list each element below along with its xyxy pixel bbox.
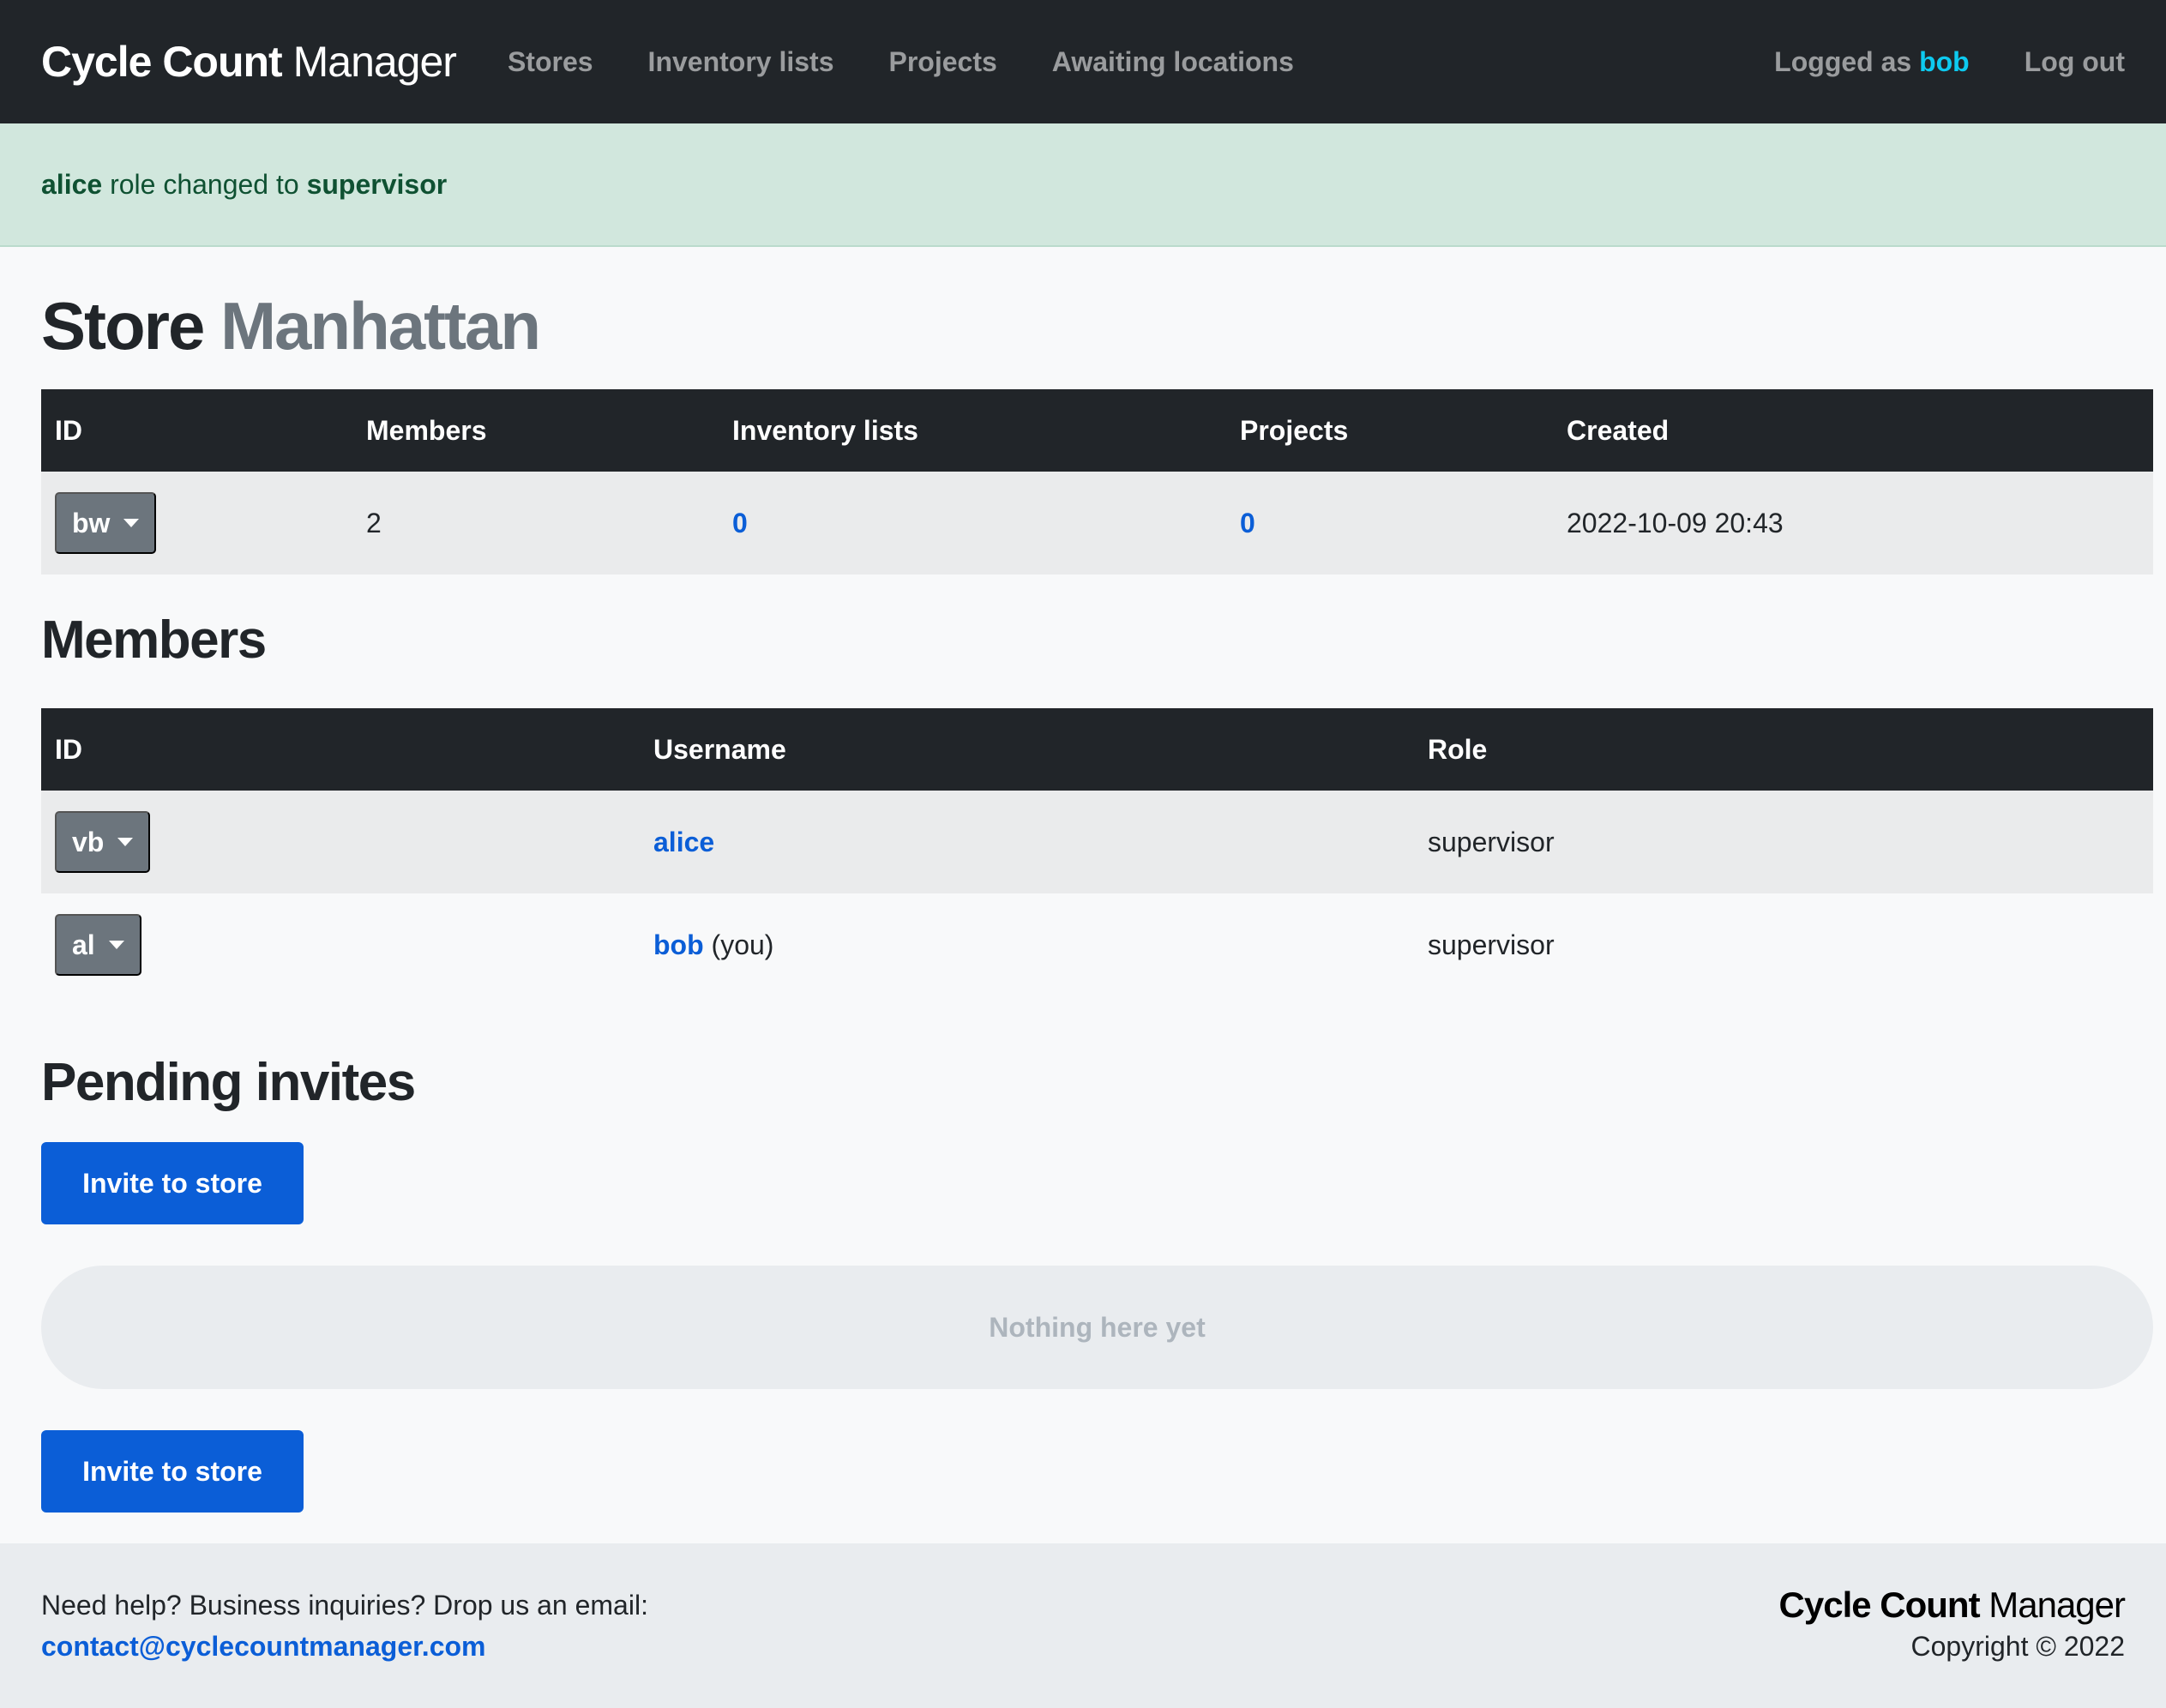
- nav-link-stores[interactable]: Stores: [508, 46, 593, 78]
- alert-user: alice: [41, 168, 103, 200]
- alert-message: role changed to: [110, 168, 299, 200]
- members-table-header: ID Username Role: [41, 708, 2153, 791]
- nav-link-inventory-lists[interactable]: Inventory lists: [648, 46, 834, 78]
- footer-brand-bold: Cycle Count: [1778, 1585, 1981, 1625]
- nav-links: Stores Inventory lists Projects Awaiting…: [508, 46, 1349, 78]
- store-id-dropdown[interactable]: bw: [55, 492, 157, 554]
- copyright-text: Copyright © 2022: [1910, 1631, 2126, 1662]
- store-id-label: bw: [72, 507, 111, 538]
- member-id-dropdown[interactable]: al: [55, 914, 141, 976]
- projects-count-link[interactable]: 0: [1240, 508, 1255, 538]
- inventory-lists-count-link[interactable]: 0: [732, 508, 748, 538]
- alert-role: supervisor: [306, 168, 448, 200]
- nav-link-projects[interactable]: Projects: [889, 46, 997, 78]
- column-header-projects: Projects: [1240, 414, 1349, 446]
- logout-link[interactable]: Log out: [2025, 46, 2125, 78]
- members-table: ID Username Role vb alice supervisor al …: [41, 708, 2153, 996]
- page-footer: Need help? Business inquiries? Drop us a…: [0, 1543, 2166, 1708]
- column-header-username: Username: [653, 733, 786, 765]
- members-heading: Members: [41, 610, 267, 670]
- logged-as-text: Logged as bob: [1774, 46, 1970, 78]
- logged-user-link[interactable]: bob: [1919, 46, 1970, 77]
- member-role: supervisor: [1428, 929, 1555, 960]
- page-title-prefix: Store: [41, 288, 205, 364]
- brand-logo[interactable]: Cycle Count Manager: [41, 37, 457, 87]
- invite-to-store-button[interactable]: Invite to store: [41, 1142, 304, 1224]
- member-you-suffix: (you): [711, 929, 774, 960]
- member-id-dropdown[interactable]: vb: [55, 811, 151, 873]
- contact-email-link[interactable]: contact@cyclecountmanager.com: [41, 1626, 648, 1667]
- brand-bold-text: Cycle Count: [41, 38, 283, 86]
- nav-link-awaiting-locations[interactable]: Awaiting locations: [1052, 46, 1294, 78]
- member-username-link[interactable]: bob: [653, 929, 704, 960]
- member-id-label: al: [72, 929, 95, 960]
- member-role: supervisor: [1428, 826, 1555, 857]
- footer-brand: Cycle Count Manager: [1778, 1585, 2126, 1626]
- caret-down-icon: [123, 519, 140, 527]
- member-username-link[interactable]: alice: [653, 827, 714, 857]
- member-id-label: vb: [72, 826, 105, 857]
- footer-brand-light: Manager: [1989, 1585, 2126, 1625]
- page-title: Store Manhattan: [41, 283, 2125, 389]
- column-header-created: Created: [1567, 414, 1670, 446]
- column-header-members: Members: [366, 414, 487, 446]
- invite-to-store-button[interactable]: Invite to store: [41, 1430, 304, 1513]
- column-header-id: ID: [55, 733, 82, 765]
- caret-down-icon: [108, 941, 124, 949]
- store-name: Manhattan: [220, 288, 541, 364]
- success-alert: alice role changed to supervisor: [0, 123, 2166, 247]
- main-content: Store Manhattan ID Members Inventory lis…: [0, 283, 2166, 1513]
- column-header-inventory-lists: Inventory lists: [732, 414, 918, 446]
- footer-contact: Need help? Business inquiries? Drop us a…: [41, 1585, 648, 1667]
- caret-down-icon: [117, 838, 134, 846]
- table-row: vb alice supervisor: [41, 791, 2153, 893]
- table-row: bw 2 0 0 2022-10-09 20:43: [41, 472, 2153, 574]
- store-table: ID Members Inventory lists Projects Crea…: [41, 389, 2153, 574]
- column-header-role: Role: [1428, 733, 1488, 765]
- logged-as-prefix: Logged as: [1774, 45, 1912, 77]
- nav-right: Logged as bob Log out: [1774, 46, 2125, 78]
- top-navbar: Cycle Count Manager Stores Inventory lis…: [0, 0, 2166, 123]
- empty-state-message: Nothing here yet: [41, 1266, 2153, 1389]
- footer-brand-block: Cycle Count Manager Copyright © 2022: [1778, 1585, 2126, 1667]
- brand-light-text: Manager: [292, 38, 457, 86]
- store-table-header: ID Members Inventory lists Projects Crea…: [41, 389, 2153, 472]
- column-header-id: ID: [55, 414, 82, 446]
- pending-invites-heading: Pending invites: [41, 1053, 416, 1112]
- created-date: 2022-10-09 20:43: [1567, 507, 1784, 538]
- table-row: al bob (you) supervisor: [41, 893, 2153, 996]
- members-count: 2: [366, 507, 382, 538]
- footer-help-text: Need help? Business inquiries? Drop us a…: [41, 1590, 648, 1621]
